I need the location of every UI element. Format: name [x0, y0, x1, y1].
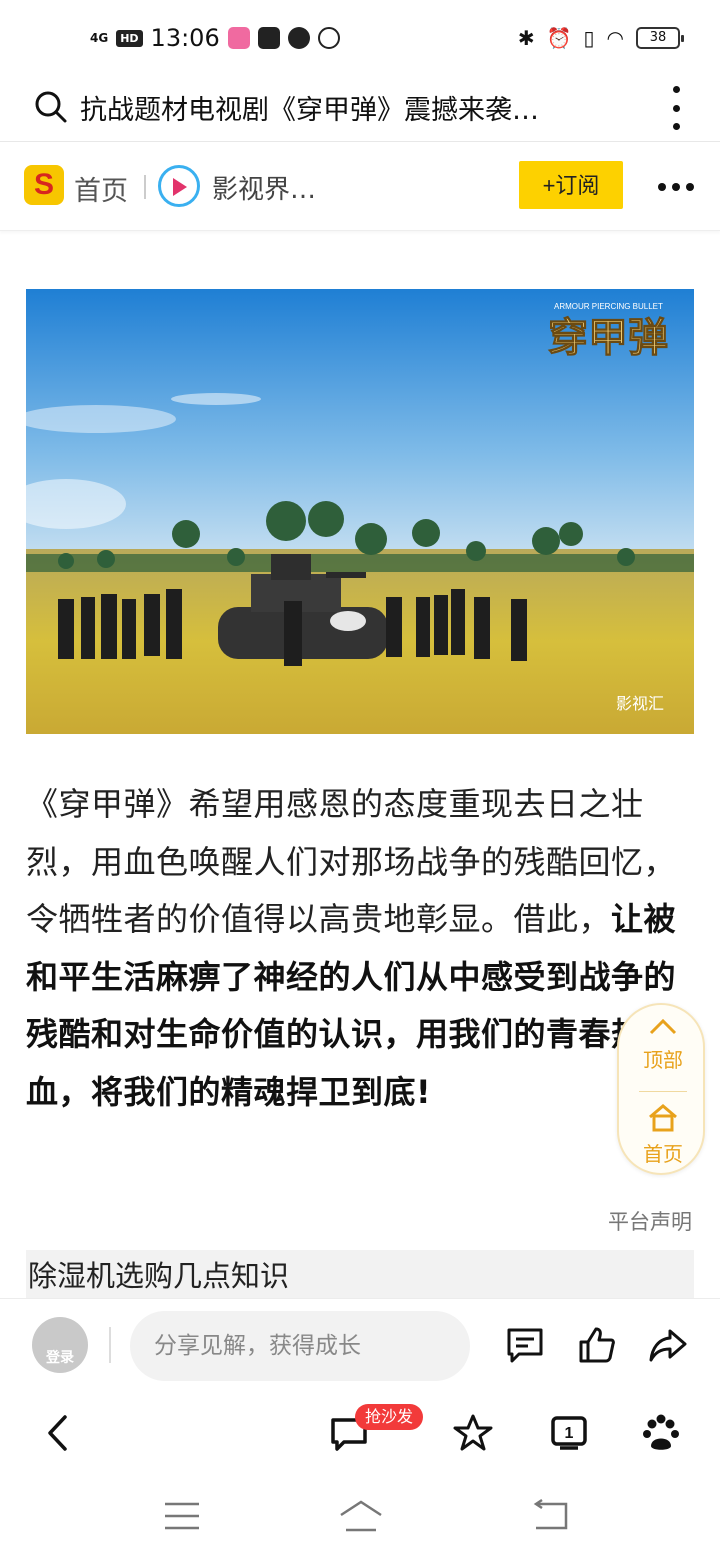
network-indicator: 4G: [90, 31, 109, 45]
notification-app-icon: [257, 27, 280, 49]
browser-toolbar: 1: [0, 1392, 720, 1474]
app-logo[interactable]: S: [24, 165, 64, 205]
back-to-top-label: 顶部: [643, 1048, 683, 1072]
message-icon: [287, 27, 310, 49]
bluetooth-icon: ✱: [517, 26, 535, 50]
go-home-label: 首页: [643, 1142, 683, 1166]
tab-count: 1: [565, 1425, 574, 1442]
comment-badge: 抢沙发: [355, 1404, 424, 1430]
clock: 13:06: [150, 24, 220, 52]
chevron-up-icon: [649, 1018, 677, 1035]
article-text: 《穿甲弹》希望用感恩的态度重现去日之壮烈，用血色唤醒人们对那场战争的残酷回忆，令…: [26, 785, 677, 938]
divider: [144, 175, 146, 199]
tabs-icon[interactable]: 1: [548, 1412, 590, 1454]
platform-disclaimer-link[interactable]: 平台声明: [608, 1206, 692, 1236]
article-paragraph: 《穿甲弹》希望用感恩的态度重现去日之壮烈，用血色唤醒人们对那场战争的残酷回忆，令…: [26, 776, 706, 1121]
notification-app-icon: [227, 27, 250, 49]
divider: [109, 1327, 111, 1363]
home-icon[interactable]: [338, 1498, 384, 1534]
thumb-up-icon[interactable]: [577, 1325, 617, 1365]
home-link[interactable]: 首页: [74, 169, 128, 208]
comment-input[interactable]: 分享见解，获得成长: [130, 1311, 470, 1381]
channel-name[interactable]: 影视界…: [212, 169, 316, 206]
return-icon[interactable]: [530, 1498, 570, 1534]
hd-indicator: HD: [116, 29, 143, 47]
search-bar: 抗战题材电视剧《穿甲弹》震撼来袭…: [0, 78, 720, 142]
comment-bar: 登录 分享见解，获得成长: [0, 1298, 720, 1392]
share-icon[interactable]: [648, 1325, 688, 1365]
login-label: 登录: [46, 1350, 74, 1366]
status-bar: 4G HD 13:06 ✱ ⏰ ▯ ◠ 38: [0, 0, 720, 78]
photo-watermark: 影视汇: [616, 694, 664, 713]
baidu-paw-icon[interactable]: [640, 1412, 682, 1454]
alarm-icon: ⏰: [546, 26, 572, 50]
system-nav-bar: [0, 1474, 720, 1560]
star-icon[interactable]: [452, 1412, 494, 1454]
search-title[interactable]: 抗战题材电视剧《穿甲弹》震撼来袭…: [80, 88, 640, 127]
more-vertical-icon[interactable]: [670, 86, 682, 130]
back-icon[interactable]: [38, 1412, 80, 1454]
channel-avatar[interactable]: [158, 165, 200, 207]
photo-title-overlay: 穿甲弹: [548, 315, 668, 360]
search-icon[interactable]: [34, 90, 68, 124]
battery-indicator: 38: [636, 27, 684, 49]
vibrate-icon: ▯: [583, 26, 595, 50]
menu-icon[interactable]: [162, 1498, 202, 1534]
comment-list-icon[interactable]: [505, 1325, 545, 1365]
login-avatar[interactable]: 登录: [32, 1317, 88, 1373]
back-to-top-button[interactable]: 顶部: [619, 1015, 707, 1073]
more-horizontal-icon[interactable]: [658, 183, 694, 191]
related-article-title[interactable]: 除湿机选购几点知识: [26, 1250, 694, 1298]
notification-app-icon: [317, 27, 340, 49]
go-home-button[interactable]: 首页: [619, 1103, 707, 1167]
wifi-icon: ◠: [606, 26, 624, 50]
article-image: 穿甲弹 ARMOUR PIERCING BULLET 影视汇: [26, 289, 694, 734]
channel-nav: S 首页 影视界… +订阅: [0, 143, 720, 231]
home-icon: [649, 1104, 677, 1132]
divider: [639, 1091, 687, 1092]
photo-subtitle-overlay: ARMOUR PIERCING BULLET: [554, 302, 663, 311]
subscribe-button[interactable]: +订阅: [519, 161, 623, 209]
floating-nav: 顶部 首页: [617, 1003, 705, 1175]
